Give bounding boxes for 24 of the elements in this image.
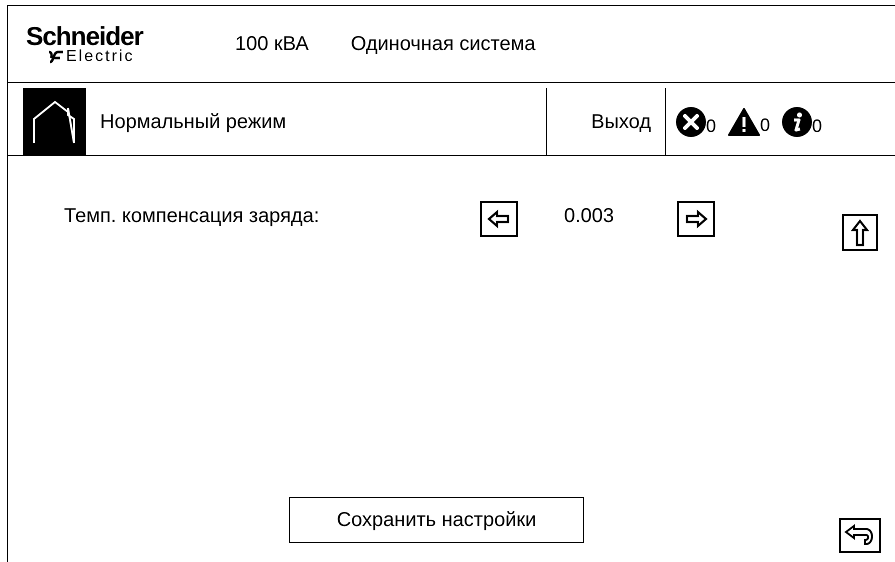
warning-icon <box>728 108 760 136</box>
alarm-count: 0 <box>706 116 716 134</box>
decrease-icon <box>486 208 512 230</box>
mode-label: Нормальный режим <box>100 110 288 134</box>
rating-label: 100 кВА <box>235 32 309 57</box>
decrease-button[interactable] <box>480 201 518 237</box>
logout-button[interactable]: Выход <box>591 106 651 136</box>
home-button[interactable] <box>23 88 86 155</box>
scroll-up-button[interactable] <box>842 214 878 251</box>
save-settings-button[interactable]: Сохранить настройки <box>289 497 584 543</box>
alarm-count: 0 <box>760 116 770 134</box>
brand-logo: Schneider Electric <box>26 23 144 65</box>
home-icon <box>32 98 78 144</box>
alarm-count: 0 <box>812 116 822 134</box>
system-label: Одиночная система <box>350 32 536 57</box>
increase-icon <box>683 208 709 230</box>
setting-label: Темп. компенсация заряда: <box>64 204 320 229</box>
return-arrow-icon <box>844 524 876 548</box>
up-arrow-icon <box>851 218 869 246</box>
increase-button[interactable] <box>677 201 715 237</box>
error-icon <box>676 106 706 136</box>
info-icon <box>782 106 812 136</box>
setting-value: 0.003 <box>564 204 616 229</box>
back-button[interactable] <box>839 518 881 553</box>
